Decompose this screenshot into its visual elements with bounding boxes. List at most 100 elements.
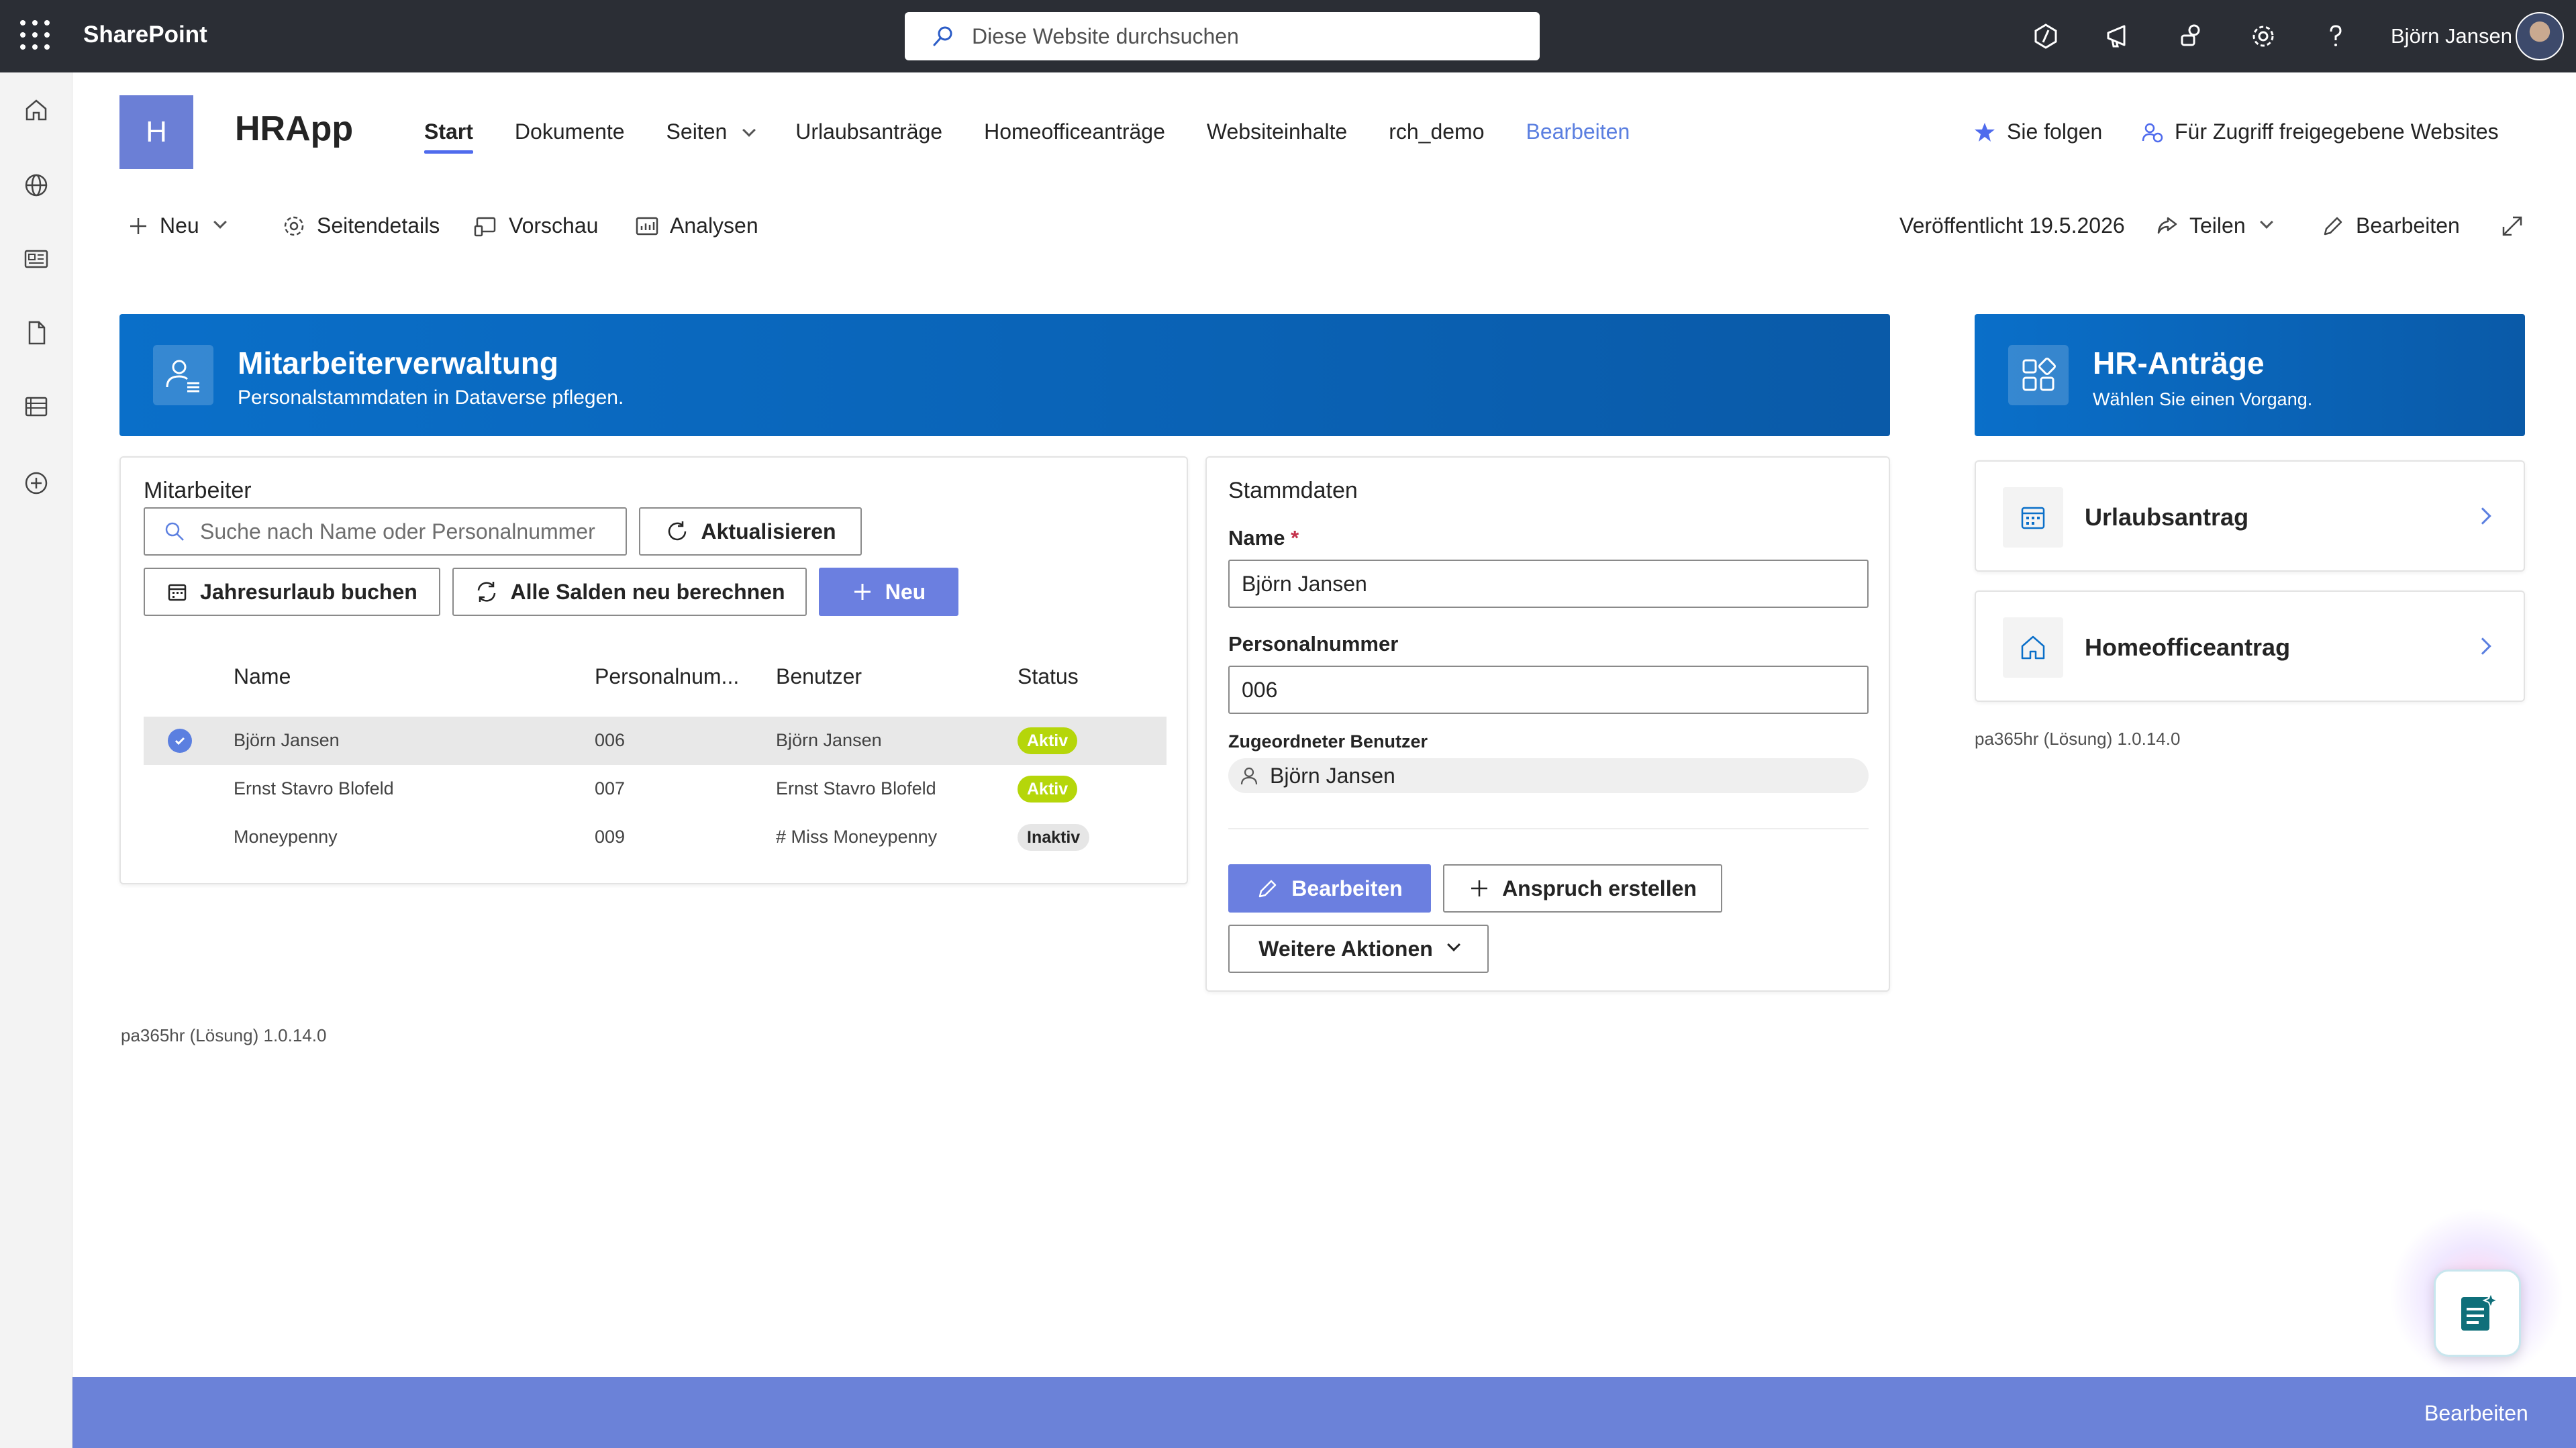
footer-edit-button[interactable]: Bearbeiten bbox=[2424, 1401, 2528, 1426]
megaphone-icon[interactable] bbox=[2099, 17, 2137, 55]
chevron-down-icon bbox=[1446, 938, 1460, 951]
nav-documents[interactable]: Dokumente bbox=[515, 119, 625, 144]
list-icon[interactable] bbox=[20, 391, 52, 423]
employees-heading: Mitarbeiter bbox=[144, 478, 252, 503]
cell-name: Björn Jansen bbox=[234, 730, 340, 750]
topbar-icons-5 bbox=[2317, 17, 2355, 55]
name-field-label: Name * bbox=[1228, 526, 1299, 550]
nav-pages-label: Seiten bbox=[666, 119, 728, 144]
column-header-user[interactable]: Benutzer bbox=[776, 664, 862, 689]
nav-edit-link[interactable]: Bearbeiten bbox=[1526, 119, 1630, 144]
recalculate-balances-button[interactable]: Alle Salden neu berechnen bbox=[452, 568, 807, 616]
app-launcher-icon[interactable] bbox=[20, 20, 50, 50]
employee-management-banner: Mitarbeiterverwaltung Personalstammdaten… bbox=[119, 314, 1890, 436]
plus-icon bbox=[854, 584, 871, 600]
shared-sites-label: Für Zugriff freigegebene Websites bbox=[2175, 119, 2499, 144]
published-label: Veröffentlicht 19.5.2026 bbox=[1899, 213, 2125, 238]
nav-pages[interactable]: Seiten bbox=[666, 119, 756, 144]
refresh-button[interactable]: Aktualisieren bbox=[639, 507, 862, 556]
status-badge: Aktiv bbox=[1018, 776, 1078, 803]
nav-homeoffice-requests[interactable]: Homeofficeanträge bbox=[984, 119, 1165, 144]
page-assistant-button[interactable] bbox=[2434, 1270, 2521, 1357]
pencil-icon bbox=[2324, 217, 2342, 235]
annual-leave-button[interactable]: Jahresurlaub buchen bbox=[144, 568, 440, 616]
edit-employee-button[interactable]: Bearbeiten bbox=[1228, 864, 1431, 913]
nav-vacation-requests[interactable]: Urlaubsanträge bbox=[795, 119, 942, 144]
follow-button[interactable]: Sie folgen bbox=[1973, 119, 2102, 144]
user-avatar[interactable] bbox=[2516, 12, 2564, 60]
analytics-icon bbox=[636, 217, 658, 235]
table-row[interactable]: Björn Jansen 006 Björn Jansen Aktiv bbox=[144, 717, 1167, 765]
employee-search-input[interactable]: Suche nach Name oder Personalnummer bbox=[144, 507, 627, 556]
table-row[interactable]: Ernst Stavro Blofeld 007 Ernst Stavro Bl… bbox=[144, 765, 1167, 813]
new-employee-button[interactable]: Neu bbox=[819, 568, 958, 616]
plus-icon bbox=[1471, 880, 1488, 896]
home-icon[interactable] bbox=[20, 94, 52, 126]
add-circle-icon[interactable] bbox=[20, 467, 52, 499]
nav-start[interactable]: Start bbox=[424, 119, 473, 154]
cell-number: 007 bbox=[595, 778, 626, 798]
person-icon bbox=[1240, 767, 1258, 785]
news-icon[interactable] bbox=[20, 243, 52, 275]
plus-icon bbox=[130, 217, 146, 234]
new-employee-label: Neu bbox=[885, 579, 926, 604]
nav-site-contents[interactable]: Websiteinhalte bbox=[1207, 119, 1347, 144]
banner-title: Mitarbeiterverwaltung bbox=[238, 346, 558, 380]
edit-employee-label: Bearbeiten bbox=[1291, 876, 1403, 900]
name-field-value: Björn Jansen bbox=[1242, 571, 1367, 596]
preview-command[interactable]: Vorschau bbox=[474, 213, 598, 238]
new-command-label: Neu bbox=[160, 213, 199, 238]
number-field[interactable]: 006 bbox=[1228, 666, 1869, 714]
shared-sites-button[interactable]: Für Zugriff freigegebene Websites bbox=[2141, 119, 2499, 144]
name-field[interactable]: Björn Jansen bbox=[1228, 560, 1869, 608]
brand-name[interactable]: SharePoint bbox=[83, 21, 207, 48]
column-header-number[interactable]: Personalnum... bbox=[595, 664, 739, 689]
site-search-box[interactable]: Diese Website durchsuchen bbox=[905, 12, 1540, 60]
analytics-label: Analysen bbox=[670, 213, 758, 238]
people-list-icon bbox=[153, 345, 213, 405]
chevron-down-icon bbox=[2259, 215, 2273, 229]
star-icon bbox=[1975, 122, 1995, 142]
solution-version-right: pa365hr (Lösung) 1.0.14.0 bbox=[1975, 729, 2181, 749]
share-label: Teilen bbox=[2189, 213, 2246, 238]
required-mark: * bbox=[1291, 526, 1299, 550]
edit-command[interactable]: Bearbeiten bbox=[2321, 213, 2460, 238]
master-data-heading: Stammdaten bbox=[1228, 478, 1358, 503]
hr-banner-title: HR-Anträge bbox=[2093, 346, 2265, 380]
left-app-bar bbox=[0, 72, 72, 1448]
analytics-command[interactable]: Analysen bbox=[635, 213, 758, 238]
calendar-icon bbox=[2003, 487, 2063, 548]
nav-rch-demo[interactable]: rch_demo bbox=[1389, 119, 1484, 144]
app-switcher-icon[interactable] bbox=[2172, 17, 2210, 55]
cell-number: 009 bbox=[595, 827, 626, 847]
create-claim-label: Anspruch erstellen bbox=[1502, 876, 1697, 900]
edit-command-label: Bearbeiten bbox=[2356, 213, 2460, 238]
new-command[interactable]: Neu bbox=[128, 213, 227, 238]
user-name[interactable]: Björn Jansen bbox=[2391, 24, 2512, 48]
help-icon[interactable] bbox=[2317, 17, 2355, 55]
globe-icon[interactable] bbox=[20, 169, 52, 201]
check-icon[interactable] bbox=[168, 729, 192, 753]
page-details-command[interactable]: Seitendetails bbox=[282, 213, 440, 238]
table-row[interactable]: Moneypenny 009 # Miss Moneypenny Inaktiv bbox=[144, 813, 1167, 862]
refresh-label: Aktualisieren bbox=[701, 519, 836, 544]
file-icon[interactable] bbox=[20, 317, 52, 349]
vacation-request-title: Urlaubsantrag bbox=[2085, 503, 2249, 531]
number-field-label: Personalnummer bbox=[1228, 632, 1399, 656]
number-field-value: 006 bbox=[1242, 677, 1278, 702]
site-logo[interactable]: H bbox=[119, 95, 193, 169]
site-title[interactable]: HRApp bbox=[235, 109, 353, 149]
more-actions-button[interactable]: Weitere Aktionen bbox=[1228, 925, 1489, 973]
gear-icon[interactable] bbox=[2244, 17, 2282, 55]
column-header-name[interactable]: Name bbox=[234, 664, 291, 689]
assigned-user-field[interactable]: Björn Jansen bbox=[1228, 758, 1869, 793]
column-header-status[interactable]: Status bbox=[1018, 664, 1079, 689]
copilot-icon[interactable] bbox=[2027, 17, 2065, 55]
create-claim-button[interactable]: Anspruch erstellen bbox=[1443, 864, 1722, 913]
refresh-icon bbox=[668, 521, 686, 541]
employee-search-placeholder: Suche nach Name oder Personalnummer bbox=[200, 519, 595, 544]
cell-name: Moneypenny bbox=[234, 827, 338, 847]
share-command[interactable]: Teilen bbox=[2154, 213, 2273, 238]
site-navigation: Start Dokumente Seiten Urlaubsanträge Ho… bbox=[424, 119, 1671, 154]
expand-command[interactable] bbox=[2499, 213, 2525, 239]
